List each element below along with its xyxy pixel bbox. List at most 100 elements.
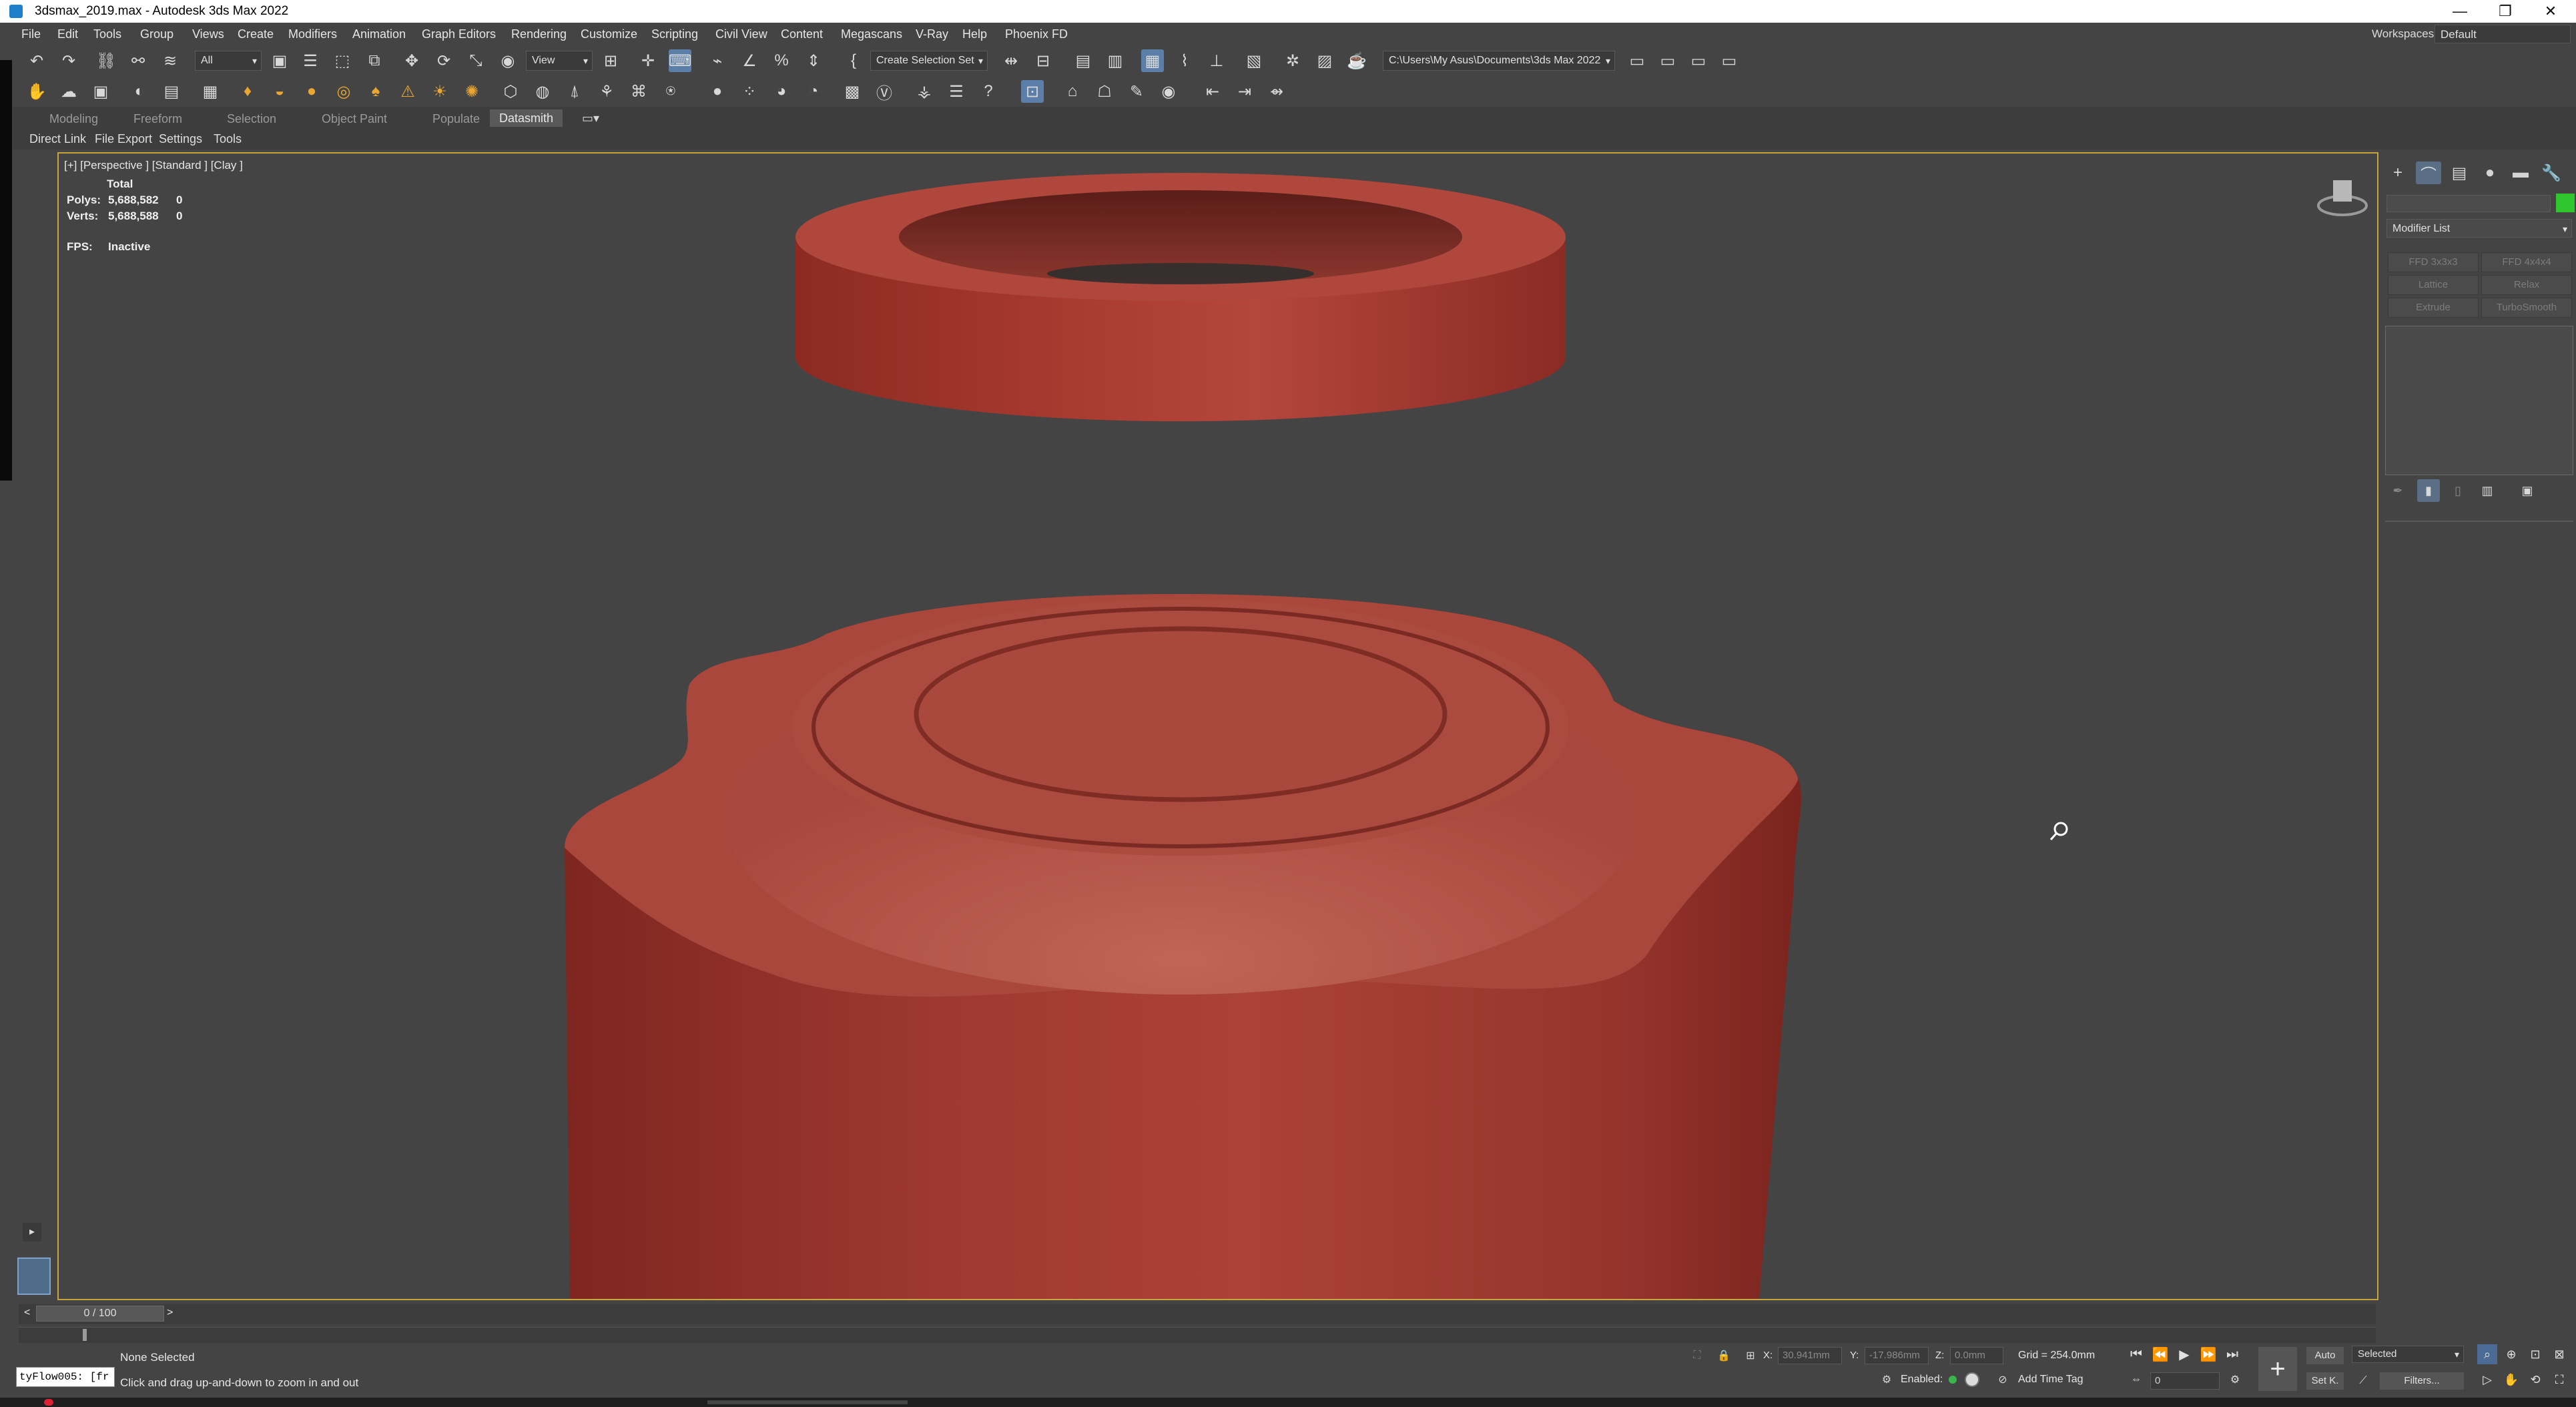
time-next-button[interactable]: > (167, 1307, 173, 1319)
vray-logo-icon[interactable]: Ⓥ (873, 80, 896, 103)
menu-civil-view[interactable]: Civil View (715, 27, 767, 41)
play-icon[interactable]: ▶ (2174, 1344, 2194, 1364)
vray-mesh-icon[interactable]: ⌘ (627, 80, 650, 103)
add-time-tag[interactable]: Add Time Tag (2018, 1374, 2083, 1386)
project-open-icon[interactable]: ▭ (1626, 49, 1648, 72)
menu-tools[interactable]: Tools (93, 27, 121, 41)
time-tag-toggle[interactable] (1965, 1372, 1979, 1387)
phoenix-toggle-icon[interactable]: ⊡ (1021, 80, 1044, 103)
lattice-button[interactable]: Lattice (2388, 275, 2479, 295)
hierarchy-tab-icon[interactable]: ▤ (2447, 162, 2472, 184)
maximize-viewport-icon[interactable]: ⛶ (2549, 1370, 2569, 1390)
viewcube-icon[interactable] (2317, 180, 2368, 216)
scene-explorer-icon[interactable]: ▤ (1072, 49, 1094, 72)
restore-button[interactable]: ❐ (2485, 1, 2525, 21)
taskbar-app-icon[interactable] (44, 1399, 53, 1406)
phoenix-liquid-icon[interactable]: ☖ (1093, 80, 1116, 103)
phoenix-emit-icon[interactable]: ◉ (1157, 80, 1180, 103)
undo-icon[interactable]: ↶ (25, 49, 48, 72)
object-name-field[interactable] (2386, 195, 2551, 212)
previous-frame-icon[interactable]: ⏪ (2150, 1344, 2170, 1364)
mirror-icon[interactable]: ⇹ (1000, 49, 1022, 72)
auto-key-button[interactable]: Auto (2306, 1347, 2344, 1364)
project-folder-dropdown[interactable]: C:\Users\My Asus\Documents\3ds Max 2022 (1383, 51, 1615, 71)
orbit-icon[interactable]: ⟲ (2525, 1370, 2545, 1390)
render-production-icon[interactable]: ☕ (1345, 49, 1368, 72)
phoenix-export-icon[interactable]: ⇥ (1233, 80, 1256, 103)
set-key-button[interactable]: Set K. (2306, 1372, 2344, 1390)
adaptive-degradation-icon[interactable]: ⚙ (1875, 1368, 1898, 1391)
ring-object[interactable] (795, 173, 1566, 422)
isolate-selection-icon[interactable]: ⛶ (1686, 1344, 1708, 1367)
motion-tab-icon[interactable]: ● (2477, 162, 2503, 184)
taskbar-search[interactable] (707, 1400, 908, 1404)
rect-selection-icon[interactable]: ⬚ (331, 49, 354, 72)
project-save-icon[interactable]: ▭ (1687, 49, 1710, 72)
bind-space-warp-icon[interactable]: ≋ (159, 49, 182, 72)
time-config-icon[interactable]: ⚙ (2225, 1370, 2245, 1390)
ribbon-options-icon[interactable]: ▭▾ (579, 107, 602, 129)
menu-content[interactable]: Content (781, 27, 823, 41)
viewport-layout-expand-icon[interactable]: ▸ (23, 1223, 41, 1241)
go-to-end-icon[interactable]: ⏭ (2222, 1344, 2242, 1364)
select-object-icon[interactable]: ▣ (268, 49, 291, 72)
maxscript-listener-field[interactable]: tyFlow005: [fr (16, 1367, 115, 1387)
help-icon[interactable]: ? (977, 80, 1000, 103)
tool-camera-icon[interactable]: ▣ (89, 80, 112, 103)
modifier-list-dropdown[interactable]: Modifier List (2386, 219, 2572, 238)
zoom-extents-all-icon[interactable]: ⊠ (2549, 1344, 2569, 1364)
show-end-result-icon[interactable]: ▮ (2417, 479, 2440, 502)
layer-explorer-icon[interactable]: ▥ (1104, 49, 1126, 72)
selection-filter-dropdown[interactable]: All (195, 51, 262, 71)
time-tag-icon[interactable]: ⊘ (1991, 1368, 2014, 1391)
tab-freeform[interactable]: Freeform (133, 112, 182, 126)
menu-vray[interactable]: V-Ray (916, 27, 948, 41)
menu-modifiers[interactable]: Modifiers (288, 27, 337, 41)
key-filter-selected-dropdown[interactable]: Selected (2352, 1346, 2464, 1363)
ribbon-direct-link[interactable]: Direct Link (29, 132, 86, 146)
selection-lock-icon[interactable]: 🔒 (1712, 1344, 1735, 1367)
time-slider-thumb[interactable]: 0 / 100 (36, 1306, 164, 1322)
configure-sets-icon[interactable]: ▣ (2516, 479, 2539, 502)
menu-rendering[interactable]: Rendering (511, 27, 567, 41)
light-mesh-icon[interactable]: ⚠ (396, 80, 419, 103)
viewport-label[interactable]: [+] [Perspective ] [Standard ] [Clay ] (64, 159, 243, 172)
display-tab-icon[interactable]: ▬ (2508, 162, 2533, 184)
y-coordinate-field[interactable]: -17.986mm (1865, 1347, 1929, 1364)
menu-create[interactable]: Create (238, 27, 274, 41)
z-coordinate-field[interactable]: 0.0mm (1950, 1347, 2003, 1364)
snaps-toggle-icon[interactable]: ⌁ (706, 49, 729, 72)
workspace-dropdown[interactable]: Default (2435, 25, 2571, 43)
project-settings-icon[interactable]: ▭ (1718, 49, 1740, 72)
viewport-layout-thumbnail[interactable] (17, 1257, 51, 1295)
tab-populate[interactable]: Populate (432, 112, 480, 126)
zoom-all-icon[interactable]: ⊕ (2501, 1344, 2521, 1364)
menu-scripting[interactable]: Scripting (651, 27, 698, 41)
ribbon-file-export[interactable]: File Export (95, 132, 152, 146)
close-button[interactable]: ✕ (2531, 1, 2571, 21)
knob-object[interactable] (565, 594, 1801, 1299)
key-tangent-icon[interactable]: ⟋ (2352, 1370, 2374, 1392)
next-frame-icon[interactable]: ⏩ (2198, 1344, 2218, 1364)
menu-help[interactable]: Help (962, 27, 987, 41)
make-unique-icon[interactable]: ▯ (2447, 479, 2469, 502)
select-manipulate-icon[interactable]: ✛ (637, 49, 659, 72)
material-wrap-icon[interactable]: ◕ (770, 80, 793, 103)
tool-cloud-icon[interactable]: ☁ (57, 80, 80, 103)
project-folder-icon[interactable]: ▭ (1656, 49, 1679, 72)
spinner-snap-icon[interactable]: ⇕ (802, 49, 825, 72)
light-sphere-icon[interactable]: ● (300, 80, 323, 103)
edit-named-sets-icon[interactable]: { (842, 49, 865, 72)
time-slider[interactable]: < 0 / 100 > (19, 1304, 2376, 1324)
menu-customize[interactable]: Customize (581, 27, 637, 41)
tab-selection[interactable]: Selection (227, 112, 276, 126)
tool-film-icon[interactable]: ▤ (160, 80, 183, 103)
menu-group[interactable]: Group (140, 27, 174, 41)
create-tab-icon[interactable]: + (2385, 162, 2410, 184)
redo-icon[interactable]: ↷ (57, 49, 80, 72)
material-multi-icon[interactable]: ⁘ (738, 80, 761, 103)
tool-grid-icon[interactable]: ▦ (199, 80, 222, 103)
rotate-icon[interactable]: ⟳ (432, 49, 455, 72)
turbosmooth-button[interactable]: TurboSmooth (2481, 298, 2572, 318)
ribbon-settings[interactable]: Settings (159, 132, 202, 146)
